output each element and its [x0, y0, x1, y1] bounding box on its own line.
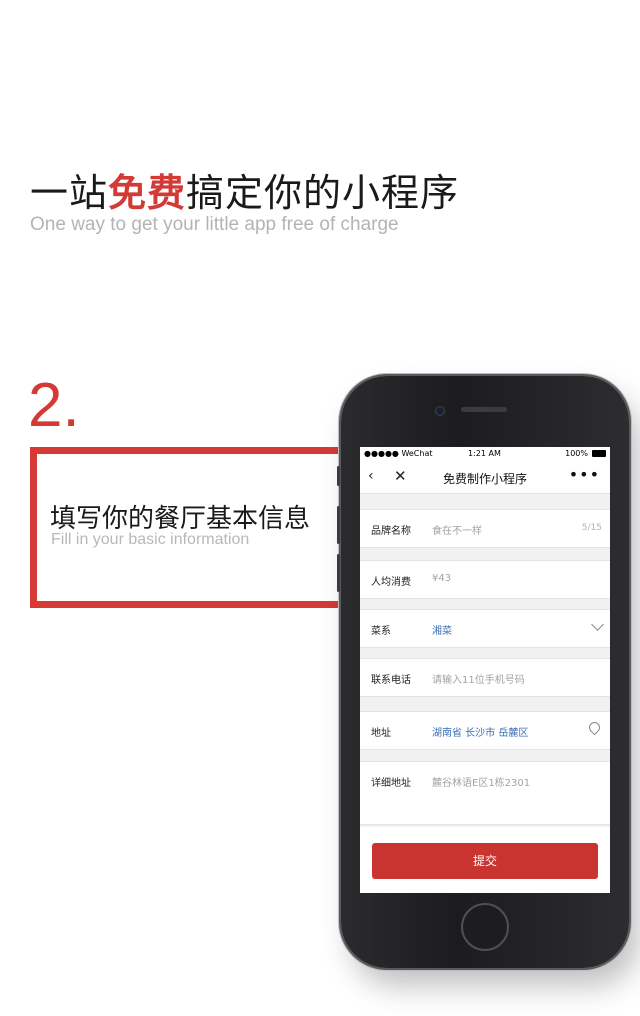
phone-number-field[interactable]: 联系电话 请输入11位手机号码 — [360, 658, 610, 697]
address-value[interactable]: 湖南省 长沙市 岳麓区 — [432, 724, 528, 739]
detail-address-label: 详细地址 — [371, 778, 411, 789]
detail-address-field[interactable]: 详细地址 麓谷林语E区1栋2301 — [360, 761, 610, 825]
status-time: 1:21 AM — [468, 449, 501, 458]
brand-name-field[interactable]: 品牌名称 食在不一样 5/15 — [360, 509, 610, 548]
info-subtitle: Fill in your basic information — [51, 531, 250, 548]
avg-spend-input[interactable]: ¥43 — [432, 573, 451, 584]
brand-name-counter: 5/15 — [581, 523, 602, 533]
info-title: 填写你的餐厅基本信息 — [50, 504, 311, 534]
nav-bar: ‹ ✕ 免费制作小程序 ••• — [360, 461, 610, 494]
cuisine-value[interactable]: 湘菜 — [432, 622, 452, 637]
phone-number-label: 联系电话 — [371, 675, 411, 686]
avg-spend-label: 人均消费 — [371, 577, 411, 588]
status-carrier: ●●●●● WeChat — [364, 449, 433, 458]
home-button[interactable] — [461, 903, 509, 951]
subhead: One way to get your little app free of c… — [30, 214, 399, 235]
phone-mockup: ●●●●● WeChat 1:21 AM 100% ‹ ✕ 免费制作小程序 ••… — [337, 376, 629, 968]
earpiece-speaker — [461, 407, 507, 412]
brand-name-input[interactable]: 食在不一样 — [432, 522, 482, 537]
battery-icon — [592, 450, 606, 457]
step-number: 2. — [28, 371, 80, 440]
headline: 一站免费搞定你的小程序 — [30, 162, 459, 217]
phone-screen: ●●●●● WeChat 1:21 AM 100% ‹ ✕ 免费制作小程序 ••… — [360, 447, 610, 893]
headline-highlight: 免费 — [108, 171, 187, 215]
brand-name-label: 品牌名称 — [371, 526, 411, 537]
chevron-down-icon[interactable] — [591, 618, 604, 631]
mute-switch — [337, 466, 340, 486]
detail-address-input[interactable]: 麓谷林语E区1栋2301 — [432, 774, 530, 789]
more-icon[interactable]: ••• — [569, 465, 600, 484]
volume-down-button — [337, 554, 340, 592]
cuisine-label: 菜系 — [371, 626, 391, 637]
headline-suffix: 搞定你的小程序 — [186, 171, 460, 215]
location-pin-icon[interactable] — [586, 719, 603, 736]
address-select[interactable]: 地址 湖南省 长沙市 岳麓区 — [360, 711, 610, 750]
phone-number-input[interactable]: 请输入11位手机号码 — [432, 671, 525, 686]
volume-up-button — [337, 506, 340, 544]
status-battery: 100% — [565, 449, 588, 458]
cuisine-select[interactable]: 菜系 湘菜 — [360, 609, 610, 648]
avg-spend-field[interactable]: 人均消费 ¥43 — [360, 560, 610, 599]
front-camera — [435, 406, 445, 416]
status-bar: ●●●●● WeChat 1:21 AM 100% — [360, 447, 610, 461]
headline-prefix: 一站 — [30, 171, 109, 215]
submit-button[interactable]: 提交 — [372, 843, 598, 879]
address-label: 地址 — [371, 728, 391, 739]
